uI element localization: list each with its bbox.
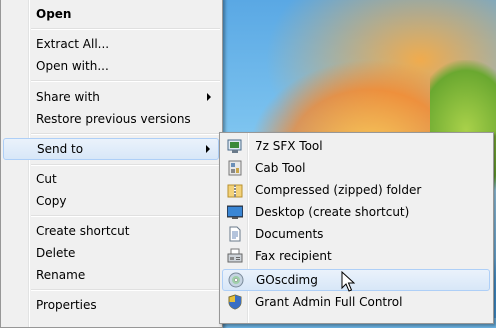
- menu-separator: [31, 215, 220, 217]
- disc-icon: [228, 272, 244, 288]
- send-to-item-desktop[interactable]: Desktop (create shortcut): [222, 201, 490, 223]
- menu-item-label: Create shortcut: [36, 224, 130, 238]
- send-to-item-cab-tool[interactable]: Cab Tool: [222, 157, 490, 179]
- menu-item-open-with[interactable]: Open with...: [3, 55, 219, 77]
- send-to-item-label: Desktop (create shortcut): [255, 205, 410, 219]
- send-to-item-grant-admin[interactable]: Grant Admin Full Control: [222, 291, 490, 313]
- send-to-item-compressed-folder[interactable]: Compressed (zipped) folder: [222, 179, 490, 201]
- menu-separator: [31, 164, 220, 166]
- menu-item-share-with[interactable]: Share with: [3, 86, 219, 108]
- menu-item-open[interactable]: Open: [3, 3, 219, 25]
- menu-item-send-to[interactable]: Send to: [3, 138, 219, 160]
- menu-item-label: Copy: [36, 194, 67, 208]
- menu-item-label: Extract All...: [36, 37, 110, 51]
- send-to-item-goscdimg[interactable]: GOscdimg: [222, 269, 490, 291]
- send-to-item-label: Documents: [255, 227, 324, 241]
- menu-item-delete[interactable]: Delete: [3, 242, 219, 264]
- menu-separator: [31, 28, 220, 30]
- send-to-submenu: 7z SFX Tool Cab Tool Compressed (zipped)…: [219, 132, 494, 324]
- cab-tool-icon: [228, 160, 242, 176]
- menu-separator: [31, 80, 220, 82]
- fax-icon: [227, 248, 243, 263]
- menu-item-label: Restore previous versions: [36, 112, 191, 126]
- menu-item-label: Open with...: [36, 59, 109, 73]
- menu-separator: [31, 289, 220, 291]
- menu-item-rename[interactable]: Rename: [3, 264, 219, 286]
- documents-icon: [229, 226, 241, 242]
- menu-item-label: Open: [36, 7, 72, 21]
- send-to-item-label: Compressed (zipped) folder: [255, 183, 422, 197]
- mouse-pointer-icon: [341, 271, 355, 292]
- submenu-arrow-icon: [206, 145, 210, 153]
- context-menu: Open Extract All... Open with... Share w…: [0, 0, 223, 328]
- send-to-item-label: 7z SFX Tool: [255, 139, 323, 153]
- menu-item-label: Properties: [36, 298, 97, 312]
- send-to-item-7z-sfx-tool[interactable]: 7z SFX Tool: [222, 135, 490, 157]
- send-to-item-label: Grant Admin Full Control: [255, 295, 403, 309]
- menu-separator: [31, 133, 220, 135]
- menu-item-extract-all[interactable]: Extract All...: [3, 33, 219, 55]
- desktop-icon: [227, 205, 243, 219]
- menu-item-label: Cut: [36, 172, 57, 186]
- menu-item-label: Send to: [37, 142, 84, 156]
- send-to-item-label: GOscdimg: [256, 273, 318, 287]
- shield-icon: [228, 294, 242, 310]
- send-to-item-label: Fax recipient: [255, 249, 332, 263]
- send-to-item-documents[interactable]: Documents: [222, 223, 490, 245]
- submenu-arrow-icon: [207, 93, 211, 101]
- menu-item-copy[interactable]: Copy: [3, 190, 219, 212]
- send-to-item-label: Cab Tool: [255, 161, 306, 175]
- menu-item-cut[interactable]: Cut: [3, 168, 219, 190]
- send-to-item-fax-recipient[interactable]: Fax recipient: [222, 245, 490, 267]
- menu-item-label: Delete: [36, 246, 76, 260]
- menu-item-create-shortcut[interactable]: Create shortcut: [3, 220, 219, 242]
- menu-item-restore-previous-versions[interactable]: Restore previous versions: [3, 108, 219, 130]
- menu-item-properties[interactable]: Properties: [3, 294, 219, 316]
- sfx-tool-icon: [227, 139, 242, 153]
- zip-folder-icon: [227, 184, 243, 198]
- menu-item-label: Rename: [36, 268, 86, 282]
- menu-item-label: Share with: [36, 90, 100, 104]
